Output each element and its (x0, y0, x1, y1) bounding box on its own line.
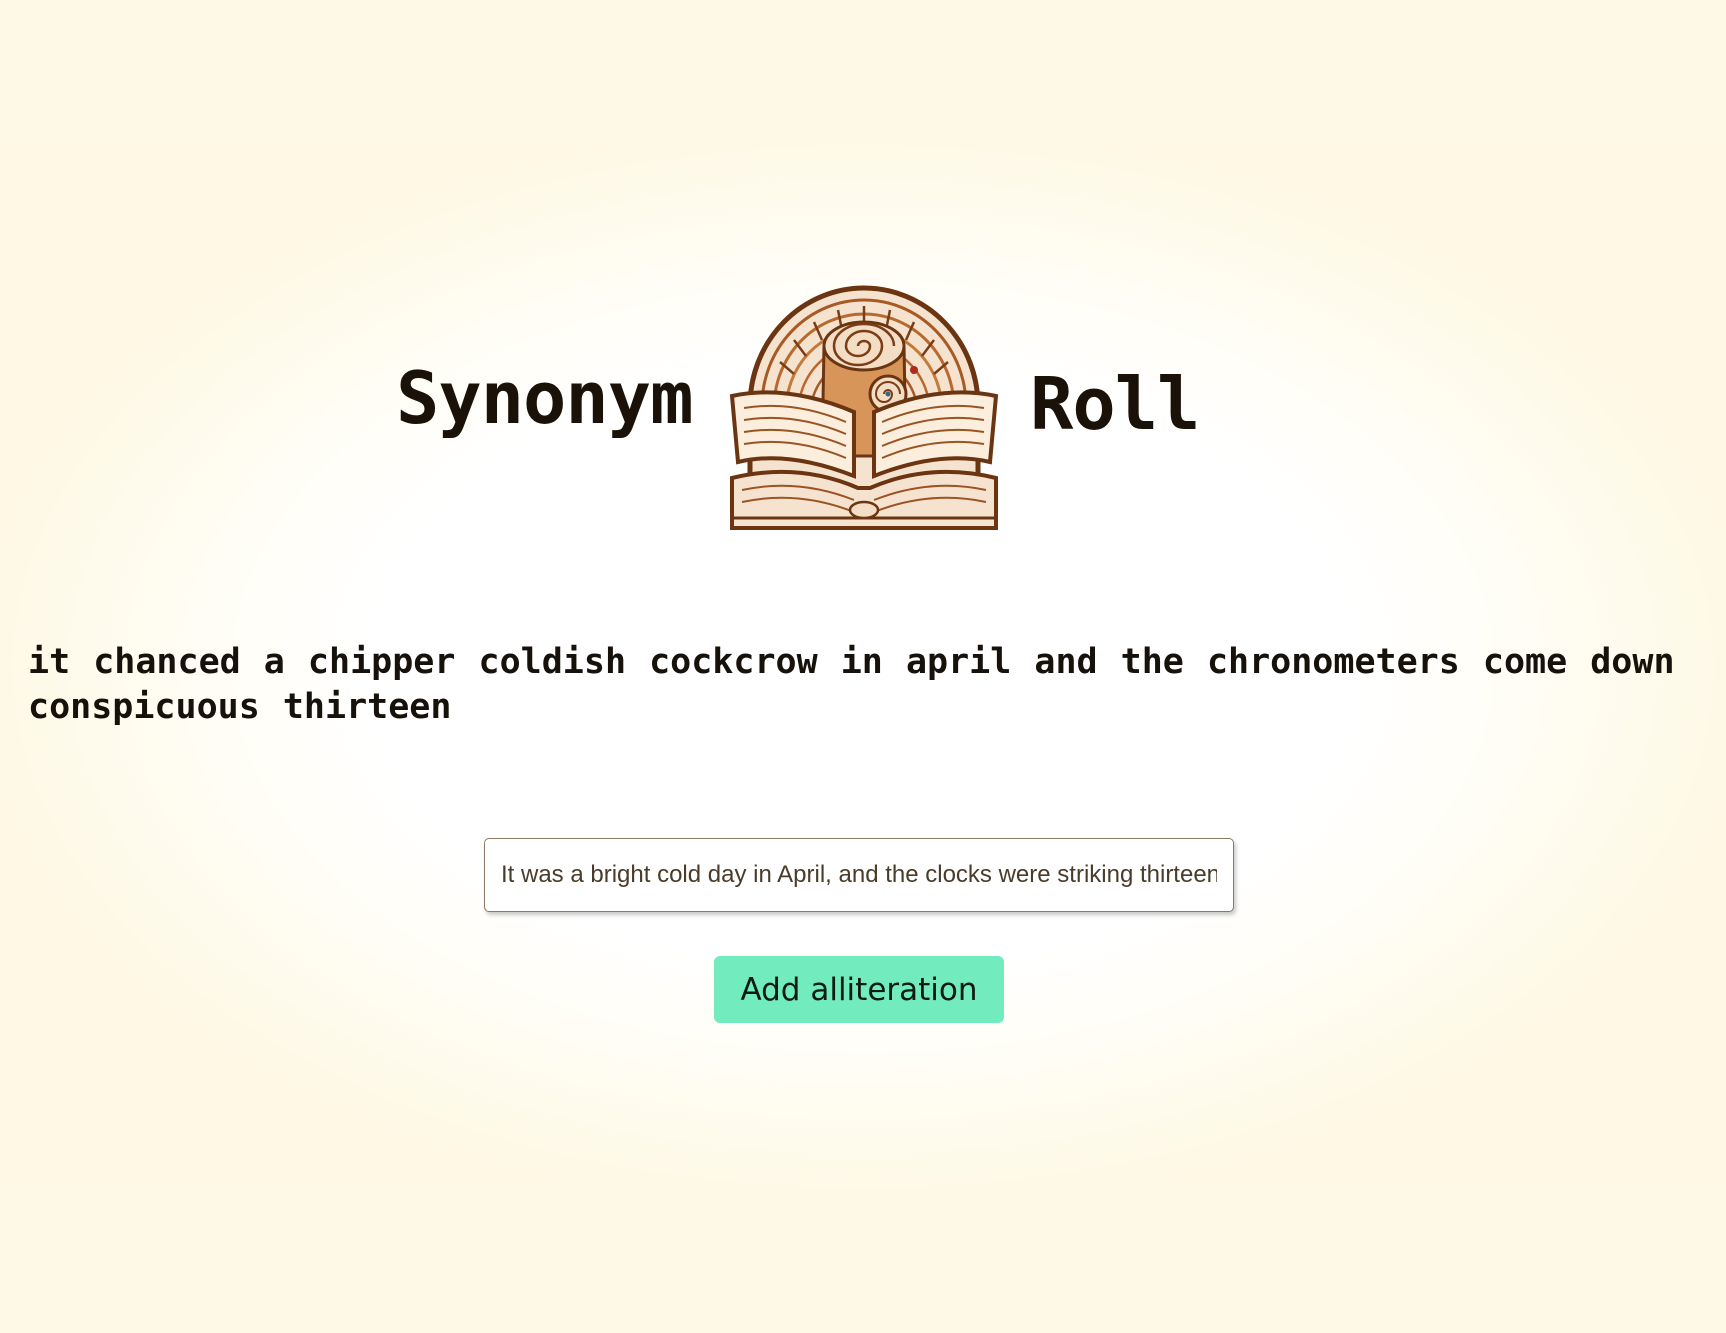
title-word-left: Synonym (396, 356, 693, 440)
sentence-input[interactable] (484, 838, 1234, 912)
alliteration-output-text: it chanced a chipper coldish cockcrow in… (28, 642, 1675, 727)
book-cinnamon-roll-logo-icon (729, 285, 999, 530)
title-word-right: Roll (1030, 362, 1200, 446)
page-header: Synonym Roll (0, 260, 1726, 540)
add-alliteration-button[interactable]: Add alliteration (714, 956, 1004, 1023)
